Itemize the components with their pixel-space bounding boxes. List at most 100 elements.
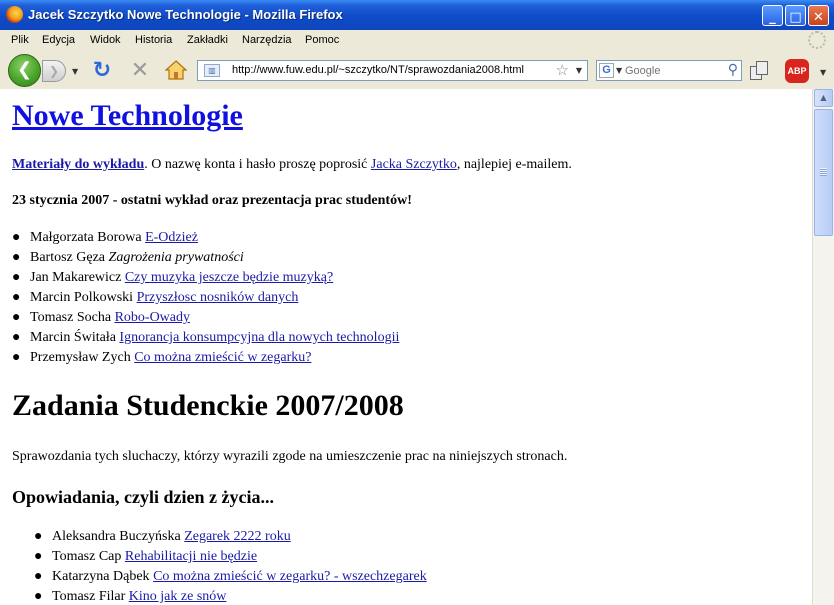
list-item: ● Marcin Polkowski Przyszłosc nosników da… [12,288,399,308]
bullet: ● [12,230,21,245]
address-bar[interactable]: ▥ http://www.fuw.edu.pl/~szczytko/NT/spr… [197,60,588,81]
page-content: Nowe Technologie Materiały do wykładu. O… [0,89,812,605]
bullet: ● [12,270,21,285]
student-name: Tomasz Socha [30,310,112,325]
bookmark-star-icon[interactable]: ☆ [556,61,569,79]
scrollbar-grip-icon [820,168,827,176]
back-button[interactable]: ❮ [8,54,41,87]
topic-link[interactable]: E-Odzież [145,230,198,245]
story-link[interactable]: Rehabilitacji nie będzie [125,549,257,564]
materials-link[interactable]: Materiały do wykładu [12,157,144,172]
search-input[interactable] [625,62,715,79]
home-button[interactable] [164,59,188,83]
forward-button[interactable]: ❯ [42,60,66,82]
list-item: ● Aleksandra Buczyńska Zegarek 2222 roku [34,527,427,547]
stop-icon: ✕ [130,58,150,83]
student-name: Aleksandra Buczyńska [52,529,181,544]
minimize-icon: _ [769,10,776,25]
topic-link[interactable]: Czy muzyka jeszcze będzie muzyką? [125,270,333,285]
list-item: ● Katarzyna Dąbek Co można zmieścić w zeg… [34,567,427,587]
search-bar[interactable]: G ▼ ⚲ [596,60,742,81]
menu-item-zakladki[interactable]: Zakładki [187,34,228,46]
bullet: ● [12,290,21,305]
intro-paragraph: Materiały do wykładu. O nazwę konta i ha… [12,157,572,173]
bullet: ● [12,350,21,365]
story-link[interactable]: Zegarek 2222 roku [184,529,291,544]
firefox-icon [6,6,23,23]
stop-button[interactable]: ✕ [128,59,152,83]
menu-bar: Plik Edycja Widok Historia Zakładki Narz… [0,30,834,52]
window-title: Jacek Szczytko Nowe Technologie - Mozill… [28,7,343,22]
bullet: ● [34,589,43,604]
student-name: Tomasz Filar [52,589,126,604]
topic-link[interactable]: Ignorancja konsumpcyjna dla nowych techn… [119,330,399,345]
bullet: ● [12,310,21,325]
page-icon: ▥ [204,64,220,77]
bullet: ● [12,330,21,345]
student-name: Katarzyna Dąbek [52,569,150,584]
section-description: Sprawozdania tych sluchaczy, którzy wyra… [12,449,568,464]
student-name: Marcin Polkowski [30,290,134,305]
page-title-link[interactable]: Nowe Technologie [12,99,243,132]
bullet: ● [34,529,43,544]
list-item: ● Tomasz Cap Rehabilitacji nie będzie [34,547,427,567]
history-dropdown-icon[interactable]: ▼ [72,67,78,76]
student-name: Marcin Świtała [30,330,116,345]
menu-item-edycja[interactable]: Edycja [42,34,75,46]
page-icon-front [756,61,768,75]
bullet: ● [34,549,43,564]
list-item: ● Jan Makarewicz Czy muzyka jeszcze będzi… [12,268,399,288]
menu-item-widok[interactable]: Widok [90,34,121,46]
list-item: ● Przemysław Zych Co można zmieścić w zeg… [12,348,399,368]
menu-item-historia[interactable]: Historia [135,34,172,46]
student-name: Tomasz Cap [52,549,122,564]
student-name: Jan Makarewicz [30,270,122,285]
adblock-dropdown-icon[interactable]: ▼ [820,68,826,77]
presentations-list: ● Małgorzata Borowa E-Odzież ● Bartosz Gęz… [12,228,399,368]
back-arrow-icon: ❮ [16,59,33,80]
intro-text-1: . O nazwę konta i hasło proszę poprosić [144,157,371,172]
menu-item-pomoc[interactable]: Pomoc [305,34,339,46]
bullet: ● [34,569,43,584]
stories-list: ● Aleksandra Buczyńska Zegarek 2222 roku … [34,527,427,605]
story-link[interactable]: Co można zmieścić w zegarku? - wszechzeg… [153,569,427,584]
topic-link[interactable]: Co można zmieścić w zegarku? [134,350,311,365]
scroll-up-button[interactable]: ▲ [814,89,833,107]
list-item: ● Tomasz Filar Kino jak ze snów [34,587,427,605]
window-titlebar: Jacek Szczytko Nowe Technologie - Mozill… [0,0,834,31]
scrollbar-thumb[interactable] [814,109,833,236]
reload-icon: ↻ [92,58,112,83]
google-engine-icon[interactable]: G [599,63,614,78]
maximize-icon: □ [789,10,802,25]
home-icon [164,60,188,80]
topic-text: Zagrożenia prywatności [108,250,244,265]
minimize-button[interactable]: _ [762,5,783,26]
navigation-toolbar: ❮ ❯ ▼ ↻ ✕ ▥ http://www.fuw.edu.pl/~szczy… [0,51,834,90]
search-icon[interactable]: ⚲ [728,62,738,78]
list-item: ● Tomasz Socha Robo-Owady [12,308,399,328]
student-name: Przemysław Zych [30,350,131,365]
list-item: ● Małgorzata Borowa E-Odzież [12,228,399,248]
throbber-icon [808,31,826,49]
close-button[interactable]: ✕ [808,5,829,26]
author-link[interactable]: Jacka Szczytko [371,157,457,172]
engine-dropdown-icon[interactable]: ▼ [616,66,622,75]
reload-button[interactable]: ↻ [90,59,114,83]
menu-item-plik[interactable]: Plik [11,34,29,46]
menu-item-narzedzia[interactable]: Narzędzia [242,34,292,46]
url-text[interactable]: http://www.fuw.edu.pl/~szczytko/NT/spraw… [232,64,524,76]
story-link[interactable]: Kino jak ze snów [129,589,227,604]
close-icon: ✕ [813,10,824,25]
adblock-button[interactable]: ABP [785,59,809,83]
page-style-button[interactable] [748,60,770,82]
topic-link[interactable]: Robo-Owady [115,310,190,325]
section-heading: Zadania Studenckie 2007/2008 [12,389,404,422]
vertical-scrollbar[interactable]: ▲ [812,89,834,605]
bullet: ● [12,250,21,265]
topic-link[interactable]: Przyszłosc nosników danych [137,290,299,305]
maximize-button[interactable]: □ [785,5,806,26]
intro-text-2: , najlepiej e-mailem. [456,157,572,172]
page-title: Nowe Technologie [12,99,243,133]
url-dropdown-icon[interactable]: ▼ [576,66,582,75]
announcement: 23 stycznia 2007 - ostatni wykład oraz p… [12,193,412,208]
